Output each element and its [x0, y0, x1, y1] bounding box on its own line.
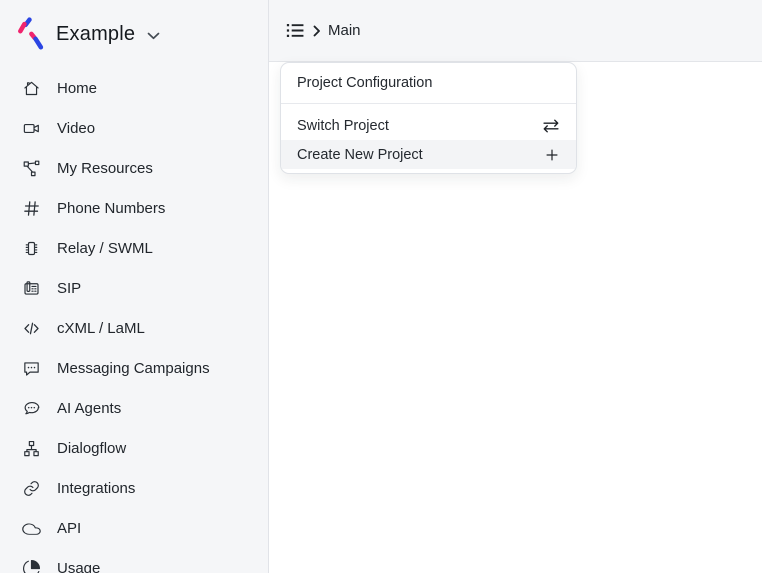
sidebar-item-usage[interactable]: Usage: [0, 548, 268, 573]
swap-arrows-icon: [542, 118, 560, 134]
sidebar-nav: Home Video: [0, 68, 268, 573]
sidebar-item-label: Phone Numbers: [57, 200, 165, 217]
menu-item-label: Switch Project: [297, 118, 389, 134]
menu-item-project-configuration[interactable]: Project Configuration: [281, 63, 576, 104]
sidebar-item-integrations[interactable]: Integrations: [0, 468, 268, 508]
video-camera-icon: [22, 119, 41, 138]
sidebar-item-sip[interactable]: SIP: [0, 268, 268, 308]
chip-icon: [22, 239, 41, 258]
sidebar-item-label: Dialogflow: [57, 440, 126, 457]
sidebar-item-relay-swml[interactable]: Relay / SWML: [0, 228, 268, 268]
sidebar-item-home[interactable]: Home: [0, 68, 268, 108]
resources-graph-icon: [22, 159, 41, 178]
sidebar-item-label: AI Agents: [57, 400, 121, 417]
breadcrumb-current-page[interactable]: Main: [328, 22, 361, 39]
link-icon: [22, 479, 41, 498]
cloud-icon: [22, 519, 41, 538]
sidebar-item-ai-agents[interactable]: AI Agents: [0, 388, 268, 428]
sidebar-item-label: Messaging Campaigns: [57, 360, 210, 377]
sidebar-item-label: My Resources: [57, 160, 153, 177]
sidebar-item-cxml-laml[interactable]: cXML / LaML: [0, 308, 268, 348]
home-icon: [22, 79, 41, 98]
sidebar: Example Home Video: [0, 0, 269, 573]
sitemap-icon: [22, 439, 41, 458]
list-icon[interactable]: [286, 22, 305, 39]
menu-item-label: Project Configuration: [297, 75, 432, 91]
hash-icon: [22, 199, 41, 218]
sidebar-item-label: Home: [57, 80, 97, 97]
sidebar-item-label: Relay / SWML: [57, 240, 153, 257]
sidebar-item-my-resources[interactable]: My Resources: [0, 148, 268, 188]
sidebar-item-label: cXML / LaML: [57, 320, 145, 337]
plus-icon: [544, 147, 560, 163]
breadcrumb-bar: Main: [269, 0, 762, 62]
sidebar-item-label: SIP: [57, 280, 81, 297]
sidebar-item-label: Integrations: [57, 480, 135, 497]
menu-item-create-new-project[interactable]: Create New Project: [281, 140, 576, 169]
code-icon: [22, 319, 41, 338]
sidebar-item-label: API: [57, 520, 81, 537]
sidebar-item-label: Usage: [57, 560, 100, 573]
project-menu-actions: Switch Project Create New Project: [281, 104, 576, 173]
sidebar-item-video[interactable]: Video: [0, 108, 268, 148]
sidebar-item-messaging-campaigns[interactable]: Messaging Campaigns: [0, 348, 268, 388]
sidebar-item-phone-numbers[interactable]: Phone Numbers: [0, 188, 268, 228]
project-dropdown-menu: Project Configuration Switch Project Cre…: [280, 62, 577, 174]
chat-bubble-icon: [22, 399, 41, 418]
sidebar-item-dialogflow[interactable]: Dialogflow: [0, 428, 268, 468]
sidebar-item-label: Video: [57, 120, 95, 137]
workspace-switcher[interactable]: Example: [0, 0, 268, 68]
menu-item-label: Create New Project: [297, 147, 423, 163]
app-window: Example Home Video: [0, 0, 762, 573]
menu-item-switch-project[interactable]: Switch Project: [281, 111, 576, 140]
pie-chart-icon: [22, 559, 41, 573]
chevron-down-icon: [147, 32, 160, 40]
sidebar-item-api[interactable]: API: [0, 508, 268, 548]
desk-phone-icon: [22, 279, 41, 298]
message-bubble-icon: [22, 359, 41, 378]
breadcrumb-chevron-icon: [313, 25, 321, 37]
signalwire-logo-icon: [17, 17, 45, 52]
workspace-name: Example: [56, 23, 135, 46]
